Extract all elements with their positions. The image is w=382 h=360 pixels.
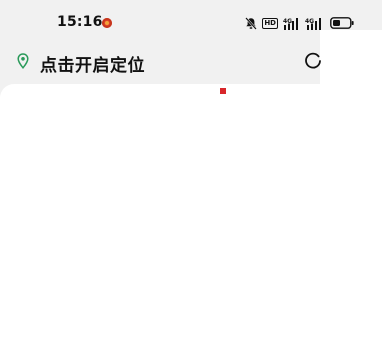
app-notification-icon xyxy=(102,18,112,28)
status-time: 15:16 xyxy=(57,14,103,30)
mute-icon xyxy=(245,16,258,30)
enable-location-label[interactable]: 点击开启定位 xyxy=(40,51,145,76)
location-bar[interactable]: 点击开启定位 xyxy=(0,46,382,80)
battery-icon xyxy=(330,17,354,29)
location-pin-icon xyxy=(17,53,29,69)
4g-signal-icon: 4G xyxy=(305,17,321,30)
red-indicator xyxy=(220,88,226,94)
svg-text:4G: 4G xyxy=(283,18,292,25)
app-screen: 15:16 HD 4G 4G 点击开启定位 xyxy=(0,0,382,360)
system-status-icons: HD 4G 4G xyxy=(245,16,354,30)
content-card xyxy=(0,84,382,360)
hd-icon: HD xyxy=(262,17,278,29)
refresh-icon[interactable] xyxy=(304,52,322,70)
4g-signal-icon: 4G xyxy=(283,17,298,30)
